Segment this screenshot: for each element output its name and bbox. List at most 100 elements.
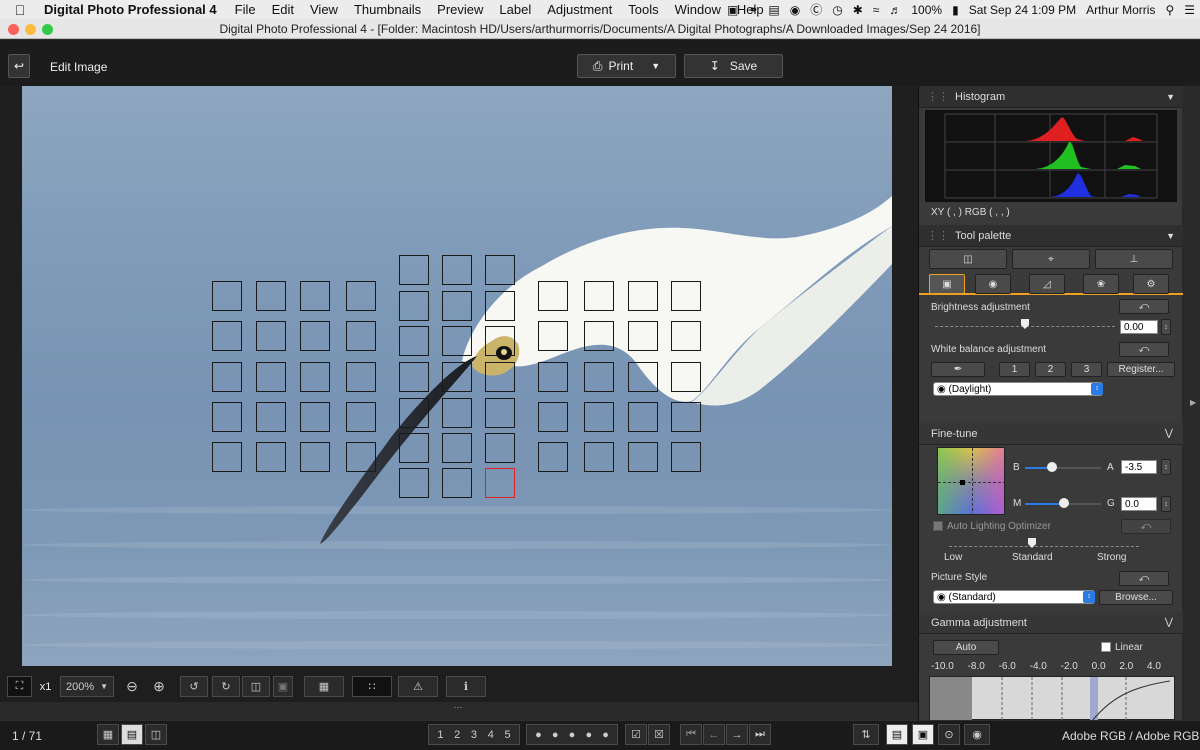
compare-button[interactable]: ◫ [242,676,270,697]
zoom-window-button[interactable] [42,24,53,35]
c-icon[interactable]: Ⓒ [805,1,827,18]
panel-toggle-1[interactable]: ▤ [886,724,908,745]
wb-select[interactable]: ◉ (Daylight) [933,382,1103,396]
time-machine-icon[interactable]: ◷ [827,3,847,17]
wb-preset-3[interactable]: 3 [1071,362,1102,377]
rotate-left-button[interactable]: ↺ [180,676,208,697]
label-dot[interactable]: ● [602,729,609,741]
print-button[interactable]: ⎙ Print ▼ [577,54,676,78]
panel-toggle-3[interactable]: ⊙ [938,724,960,745]
egret-photo[interactable] [22,86,892,666]
panel-toggle-2[interactable]: ▣ [912,724,934,745]
menu-edit[interactable]: Edit [264,2,302,17]
x1-button[interactable]: x1 [33,676,58,697]
app-menu[interactable]: Digital Photo Professional 4 [40,2,227,17]
menu-view[interactable]: View [302,2,346,17]
fine-tune-header[interactable]: Fine-tune ⋁ [919,423,1183,445]
settings-tab[interactable]: ⚙ [1133,274,1169,294]
color-grid[interactable] [937,447,1006,516]
eyedropper-button[interactable]: ✒ [931,362,985,377]
bluetooth-icon[interactable]: ✱ [848,3,868,17]
eye-icon[interactable]: ◉ [785,3,805,17]
next-image-button[interactable]: → [726,724,748,745]
rating-5[interactable]: 5 [505,729,511,741]
picture-style-select[interactable]: ◉ (Standard) [933,590,1095,604]
drag-handle-icon[interactable]: ⋯ [447,702,469,718]
af-points-button[interactable]: ∷ [352,676,392,697]
register-button[interactable]: Register... [1107,362,1175,377]
wb-preset-2[interactable]: 2 [1035,362,1066,377]
minimize-window-button[interactable] [25,24,36,35]
notification-icon[interactable]: ☰ [1179,3,1200,17]
select-arrows-icon[interactable]: ↕ [1091,383,1103,395]
curve-tab[interactable]: ◿ [1029,274,1065,294]
single-view-button[interactable]: ▤ [121,724,143,745]
close-window-button[interactable] [8,24,19,35]
rating-1[interactable]: 1 [437,729,443,741]
a-value-field[interactable]: -3.5 [1121,460,1157,474]
browse-button[interactable]: Browse... [1099,590,1173,605]
menu-file[interactable]: File [227,2,264,17]
wifi-icon[interactable]: ≈ [868,3,885,17]
zoom-in-button[interactable]: ⊕ [148,676,170,697]
back-button[interactable]: ↩ [8,54,30,78]
select-arrows-icon[interactable]: ↕ [1083,591,1095,603]
gamma-auto-button[interactable]: Auto [933,640,999,655]
menu-preview[interactable]: Preview [429,2,491,17]
last-image-button[interactable]: ⏭ [749,724,771,745]
label-dot[interactable]: ● [585,729,592,741]
label-dot[interactable]: ● [552,729,559,741]
color-point-marker[interactable] [960,480,965,485]
g-value-field[interactable]: 0.0 [1121,497,1157,511]
user-name[interactable]: Arthur Morris [1081,3,1160,17]
camera-button[interactable]: ◉ [964,724,990,745]
g-stepper[interactable]: ↕ [1161,496,1171,512]
brightness-value-field[interactable]: 0.00 [1120,320,1158,334]
menu-label[interactable]: Label [491,2,539,17]
save-button[interactable]: ↧ Save [684,54,783,78]
grip-icon[interactable]: ⋮⋮ [927,225,949,247]
rating-2[interactable]: 2 [454,729,460,741]
stamp-tab[interactable]: ⊥ [1095,249,1173,269]
search-icon[interactable]: ⚲ [1160,3,1179,17]
clock[interactable]: Sat Sep 24 1:09 PM [964,3,1081,17]
toggle-button[interactable]: ▣ [273,676,293,697]
battery-icon[interactable]: ▮ [947,3,964,17]
collapse-icon[interactable]: ▼ [1166,86,1175,108]
html5-icon[interactable]: ▤ [763,3,784,17]
highlight-warning-button[interactable]: ⚠ [398,676,438,697]
histogram-header[interactable]: ⋮⋮ Histogram ▼ [919,86,1183,108]
wb-reset-button[interactable]: ⤺ [1119,342,1169,357]
menu-thumbnails[interactable]: Thumbnails [346,2,429,17]
crop-tab[interactable]: ⌖ [1012,249,1090,269]
alo-checkbox[interactable] [933,521,943,531]
color-tab[interactable]: ❀ [1083,274,1119,294]
label-dot[interactable]: ● [535,729,542,741]
label-dot[interactable]: ● [569,729,576,741]
alo-reset-button[interactable]: ⤺ [1121,519,1171,534]
menu-tools[interactable]: Tools [620,2,666,17]
filmstrip-view-button[interactable]: ◫ [145,724,167,745]
zoom-out-button[interactable]: ⊖ [121,676,143,697]
gamma-header[interactable]: Gamma adjustment ⋁ [919,612,1183,634]
info-button[interactable]: ℹ [446,676,486,697]
basic-image-tab[interactable]: ▣ [929,274,965,294]
basic-adjust-tab[interactable]: ◫ [929,249,1007,269]
dropbox-icon[interactable]: ▣ [722,3,743,17]
tone-tab[interactable]: ◉ [975,274,1011,294]
volume-icon[interactable]: ♬ [884,3,906,17]
a-stepper[interactable]: ↕ [1161,459,1171,475]
chevron-double-down-icon[interactable]: ⋁ [1165,612,1173,634]
collapse-icon[interactable]: ▼ [1166,225,1175,247]
menu-adjustment[interactable]: Adjustment [539,2,620,17]
rating-3[interactable]: 3 [471,729,477,741]
check-clear-button[interactable]: ☒ [648,724,670,745]
rating-4[interactable]: 4 [488,729,494,741]
menu-window[interactable]: Window [667,2,729,17]
chevron-double-down-icon[interactable]: ⋁ [1165,423,1173,445]
rotate-right-button[interactable]: ↻ [212,676,240,697]
tool-palette-header[interactable]: ⋮⋮ Tool palette ▼ [919,225,1183,247]
grid-view-button[interactable]: ▦ [97,724,119,745]
wb-preset-1[interactable]: 1 [999,362,1030,377]
panel-expand-icon[interactable]: ▶ [1190,398,1196,407]
